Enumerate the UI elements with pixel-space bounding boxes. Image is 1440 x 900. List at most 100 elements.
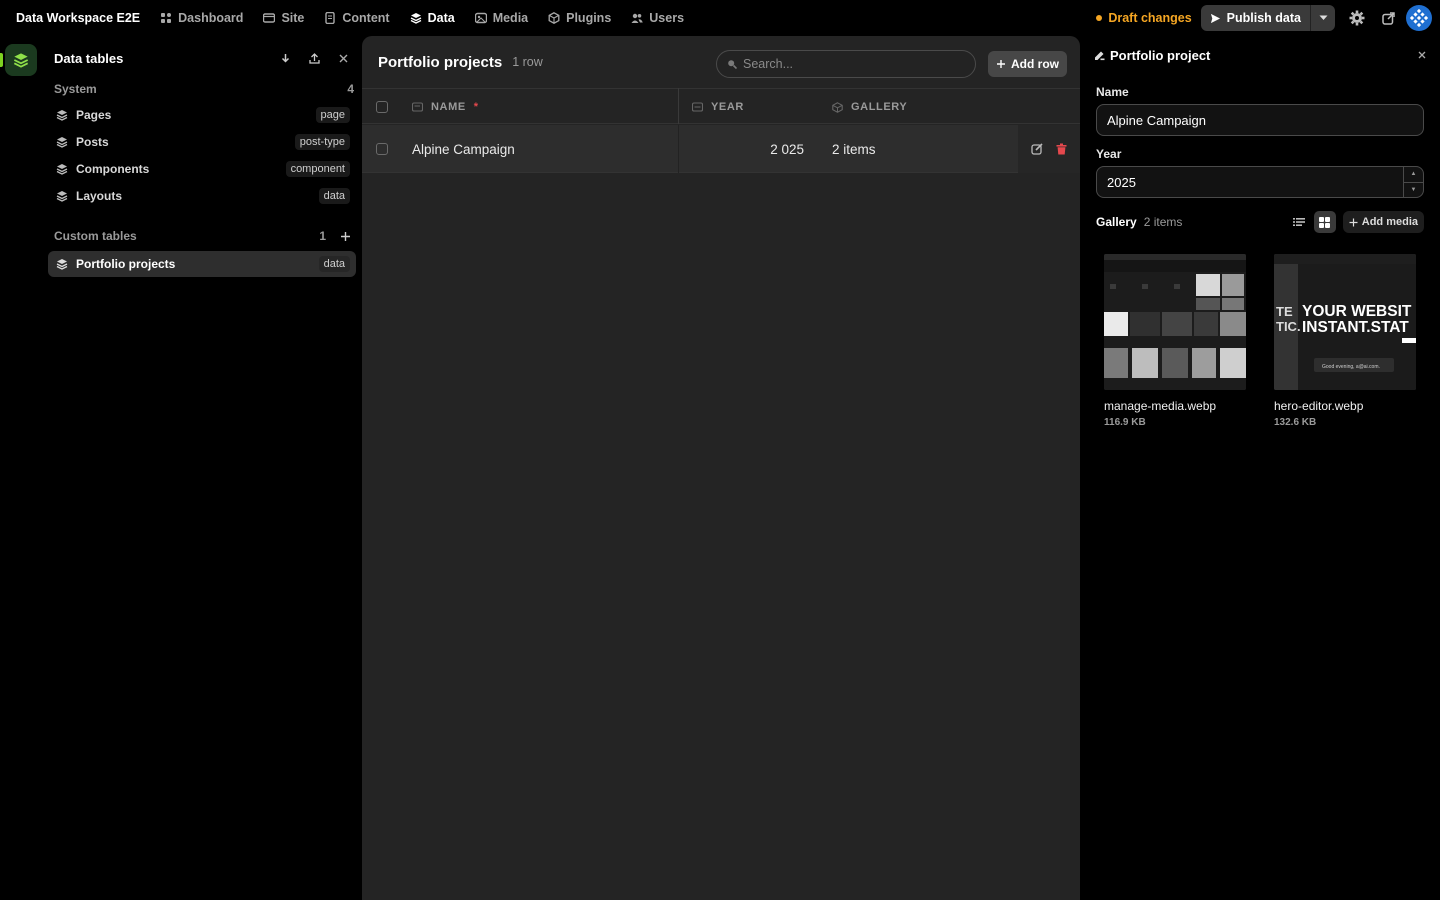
media-thumbnail[interactable] [1104,254,1246,390]
list-view-button[interactable] [1288,211,1310,233]
trash-icon[interactable] [1056,143,1067,155]
name-input[interactable] [1107,112,1387,128]
editor-title: Portfolio project [1110,47,1211,63]
year-stepper: ▲ ▼ [1403,167,1423,197]
nav-item-label: Dashboard [178,11,244,25]
column-header-year[interactable]: YEAR [692,89,744,125]
site-icon [263,13,276,23]
add-row-button[interactable]: Add row [988,51,1067,77]
column-header-name[interactable]: NAME * [412,89,479,125]
column-divider[interactable] [678,88,679,124]
sidebar-item-label: Layouts [76,189,123,203]
cell-gallery[interactable]: 2 items [832,125,876,173]
year-input[interactable] [1107,174,1387,190]
cell-year[interactable]: 2 025 [692,125,804,173]
publish-options-button[interactable] [1311,5,1335,31]
thumb-text: TE [1276,304,1293,319]
select-all-checkbox[interactable] [376,101,388,113]
plugin-icon [548,12,560,24]
name-label: Name [1096,85,1129,99]
settings-button[interactable] [1344,5,1370,31]
rail-data-tables-button[interactable] [5,44,37,76]
user-avatar[interactable] [1406,5,1432,31]
nav-item-dashboard[interactable]: Dashboard [152,7,251,29]
thumb-headline: YOUR WEBSIT [1302,303,1412,320]
nav-item-media[interactable]: Media [467,7,536,29]
plus-icon [340,231,350,241]
nav-item-data[interactable]: Data [402,7,463,29]
nav-item-label: Data [427,11,455,25]
sidebar-item-layouts[interactable]: Layouts data [48,183,356,209]
grid-view-button[interactable] [1313,211,1336,233]
layers-icon [56,191,68,202]
search-input[interactable] [743,57,963,71]
media-tile[interactable]: TE TIC. YOUR WEBSIT INSTANT.STAT Good ev… [1274,254,1416,428]
publish-button[interactable]: Publish data [1201,5,1311,31]
year-field: ▲ ▼ [1096,166,1424,198]
thumb-headline: INSTANT.STAT [1302,319,1409,336]
layers-icon [56,164,68,175]
thumbnail-image [1104,254,1246,390]
media-thumbnail[interactable]: TE TIC. YOUR WEBSIT INSTANT.STAT Good ev… [1274,254,1416,390]
publish-group: Publish data [1200,5,1335,31]
decrement-button[interactable]: ▼ [1404,183,1423,198]
section-label: System [54,82,97,96]
export-button[interactable] [303,47,325,69]
sidebar-item-label: Posts [76,135,109,149]
table-row[interactable]: Alpine Campaign 2 025 2 items [362,125,1080,173]
sidebar-item-pages[interactable]: Pages page [48,102,356,128]
content-icon [325,12,336,24]
type-badge: component [285,161,350,177]
table-panel: Portfolio projects 1 row Add row NAME * … [362,36,1080,900]
media-tile[interactable]: manage-media.webp 116.9 KB [1104,254,1246,428]
edit-record-icon [1095,51,1105,60]
sidebar-item-posts[interactable]: Posts post-type [48,129,356,155]
thumb-text: Good evening, a@ai.com. [1322,364,1380,370]
nav-item-plugins[interactable]: Plugins [540,7,619,29]
import-button[interactable] [274,47,296,69]
row-column-divider [678,125,679,173]
nav-item-content[interactable]: Content [316,7,397,29]
year-label: Year [1096,147,1122,161]
download-icon [281,53,289,63]
draft-label: Draft changes [1108,11,1192,25]
column-label: NAME [431,101,466,113]
plus-icon [997,60,1005,68]
nav-item-users[interactable]: Users [623,7,692,29]
edit-icon[interactable] [1031,143,1043,155]
draft-dot-icon [1096,15,1103,21]
gear-icon [1349,10,1365,26]
open-site-button[interactable] [1375,5,1401,31]
draft-status[interactable]: Draft changes [1096,11,1192,25]
table-title: Portfolio projects [378,53,503,71]
column-header-gallery[interactable]: GALLERY [832,89,907,125]
close-editor-button[interactable] [1414,47,1430,63]
column-label: GALLERY [851,101,908,113]
grid-view-icon [1319,216,1331,228]
row-checkbox[interactable] [376,143,388,155]
database-icon [410,13,421,24]
editor-header: Portfolio project [1094,47,1430,63]
add-row-label: Add row [1011,57,1059,71]
add-table-button[interactable] [336,227,354,245]
sidebar-item-portfolio-projects[interactable]: Portfolio projects data [48,251,356,277]
row-actions [1018,125,1080,173]
add-media-button[interactable]: Add media [1342,211,1424,233]
increment-button[interactable]: ▲ [1404,167,1423,183]
gallery-header: Gallery 2 items Add media [1096,211,1424,233]
row-count: 1 row [512,55,543,69]
table-header-row: NAME * YEAR GALLERY [362,88,1080,124]
sidebar-item-components[interactable]: Components component [48,156,356,182]
nav-item-site[interactable]: Site [255,7,312,29]
top-bar-actions: Draft changes Publish data [1096,0,1440,36]
external-link-icon [1381,11,1395,25]
type-badge: page [315,107,350,123]
cell-name[interactable]: Alpine Campaign [412,125,515,173]
name-field [1096,104,1424,136]
search-box [716,50,976,78]
text-field-icon [412,102,423,112]
publish-label: Publish data [1226,11,1301,25]
close-sidebar-button[interactable] [332,47,354,69]
required-marker: * [473,101,479,113]
type-badge: data [318,256,350,272]
